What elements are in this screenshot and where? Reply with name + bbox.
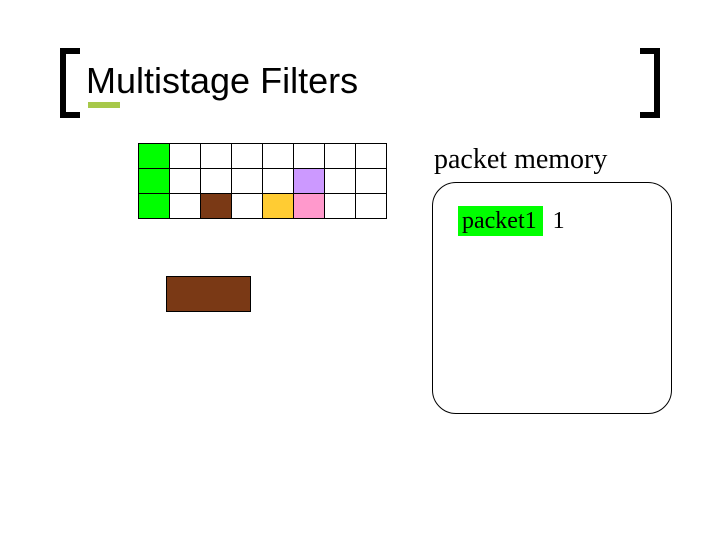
slide-title-wrap: Multistage Filters xyxy=(60,52,660,122)
filter-cell xyxy=(356,169,387,194)
title-bracket-left-icon xyxy=(60,48,80,118)
filter-cell xyxy=(139,169,170,194)
filter-cell xyxy=(201,194,232,219)
filter-cell xyxy=(294,194,325,219)
slide-title: Multistage Filters xyxy=(86,60,358,102)
filter-cell xyxy=(170,194,201,219)
filter-cell xyxy=(294,144,325,169)
packet-entry-name: packet1 xyxy=(458,206,543,236)
title-bracket-right-icon xyxy=(640,48,660,118)
packet-memory-entry: packet1 1 xyxy=(458,206,575,236)
filter-cell xyxy=(201,144,232,169)
filter-cell xyxy=(201,169,232,194)
filter-cell xyxy=(139,144,170,169)
packet-block-icon xyxy=(166,276,251,312)
filter-cell xyxy=(356,144,387,169)
filter-grid xyxy=(138,143,387,219)
filter-cell xyxy=(170,169,201,194)
packet-entry-count: 1 xyxy=(543,206,575,236)
filter-cell xyxy=(325,169,356,194)
packet-memory-label: packet memory xyxy=(434,144,607,176)
filter-cell xyxy=(232,194,263,219)
filter-cell xyxy=(263,169,294,194)
filter-cell xyxy=(263,194,294,219)
filter-cell xyxy=(232,144,263,169)
filter-cell xyxy=(139,194,170,219)
filter-grid-table xyxy=(138,143,387,219)
filter-cell xyxy=(170,144,201,169)
filter-cell xyxy=(263,144,294,169)
filter-cell xyxy=(325,194,356,219)
filter-cell xyxy=(294,169,325,194)
title-accent-bar xyxy=(88,102,120,108)
filter-cell xyxy=(356,194,387,219)
filter-cell xyxy=(232,169,263,194)
filter-cell xyxy=(325,144,356,169)
